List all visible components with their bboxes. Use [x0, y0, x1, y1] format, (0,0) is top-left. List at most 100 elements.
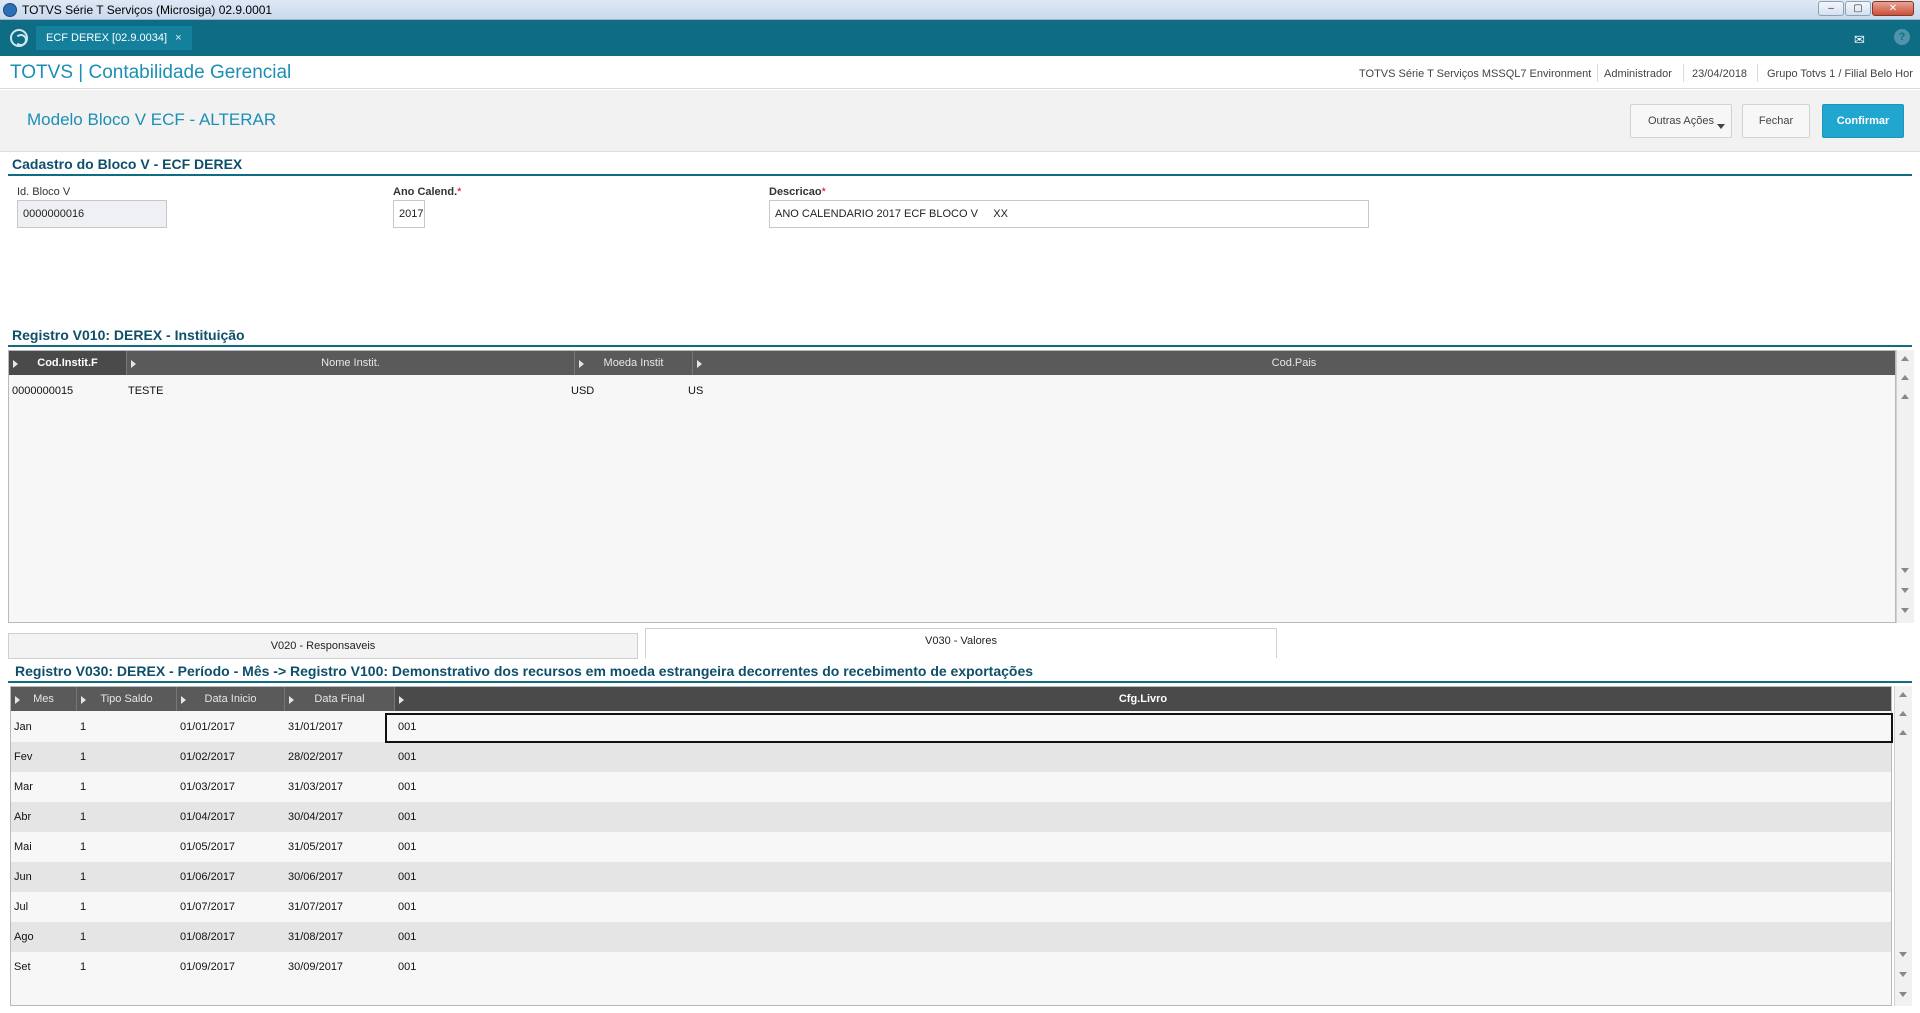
column-header-nome-instit[interactable]: Nome Instit.	[127, 351, 575, 375]
table-row[interactable]: Mar 1 01/03/2017 31/03/2017 001	[11, 772, 1891, 802]
scroll-page-down-icon[interactable]	[1899, 972, 1907, 977]
cell-data-inicio: 01/03/2017	[180, 781, 236, 793]
minimize-button[interactable]: –	[1818, 1, 1844, 16]
column-header-cod-pais[interactable]: Cod.Pais	[693, 351, 1895, 375]
cell-data-final: 30/06/2017	[288, 871, 344, 883]
column-header-tipo-saldo[interactable]: Tipo Saldo	[77, 687, 177, 711]
cell-cfg-livro: 001	[398, 871, 417, 883]
scroll-bottom-icon[interactable]	[1901, 608, 1909, 613]
column-header-mes[interactable]: Mes	[11, 687, 77, 711]
mail-icon[interactable]: ✉	[1854, 32, 1865, 48]
tab-v030-valores[interactable]: V030 - Valores	[645, 628, 1277, 658]
table-row[interactable]: 0000000015 TESTE USD US	[9, 376, 1895, 406]
divider	[1597, 64, 1598, 82]
cell-tipo-saldo: 1	[80, 751, 87, 763]
home-icon[interactable]	[10, 29, 28, 47]
cell-mes: Jun	[14, 871, 32, 883]
other-actions-button[interactable]: Outras Ações	[1630, 104, 1732, 138]
page-title-bar: Modelo Bloco V ECF - ALTERAR Outras Açõe…	[0, 90, 1920, 152]
sort-arrow-icon	[81, 696, 86, 704]
column-header-data-final[interactable]: Data Final	[285, 687, 395, 711]
cell-mes: Jan	[14, 721, 32, 733]
close-tab-icon[interactable]: ×	[175, 32, 181, 44]
table-row[interactable]: Jun 1 01/06/2017 30/06/2017 001	[11, 862, 1891, 892]
scroll-up-icon[interactable]	[1901, 394, 1909, 399]
cell-cfg-livro: 001	[398, 781, 417, 793]
cell-tipo-saldo: 1	[80, 961, 87, 973]
scroll-up-icon[interactable]	[1899, 730, 1907, 735]
cell-tipo-saldo: 1	[80, 781, 87, 793]
app-brand: TOTVS | Contabilidade Gerencial	[10, 62, 292, 83]
descricao-field[interactable]: ANO CALENDARIO 2017 ECF BLOCO V XX	[769, 200, 1369, 228]
maximize-button[interactable]: ▢	[1845, 1, 1871, 16]
sort-arrow-icon	[131, 360, 136, 368]
cell-mes: Fev	[14, 751, 33, 763]
cell-cfg-livro: 001	[398, 901, 417, 913]
confirm-button[interactable]: Confirmar	[1822, 104, 1904, 138]
table-row[interactable]: Abr 1 01/04/2017 30/04/2017 001	[11, 802, 1891, 832]
date-label: 23/04/2018	[1692, 68, 1748, 80]
cell-cfg-livro: 001	[398, 961, 417, 973]
window-title: TOTVS Série T Serviços (Microsiga) 02.9.…	[22, 3, 273, 17]
v010-grid-header: Cod.Instit.F Nome Instit. Moeda Instit C…	[9, 351, 1895, 375]
v010-grid[interactable]: Cod.Instit.F Nome Instit. Moeda Instit C…	[8, 350, 1896, 623]
sort-arrow-icon	[15, 696, 20, 704]
scroll-down-icon[interactable]	[1899, 952, 1907, 957]
column-header-cfg-livro[interactable]: Cfg.Livro	[395, 687, 1891, 711]
scroll-top-icon[interactable]	[1899, 692, 1907, 697]
branch-label: Grupo Totvs 1 / Filial Belo Hor	[1767, 68, 1913, 80]
cell-data-inicio: 01/07/2017	[180, 901, 236, 913]
v030-scrollbar[interactable]	[1894, 686, 1912, 1006]
close-window-button[interactable]: ✕	[1872, 1, 1914, 16]
cell-mes: Mar	[14, 781, 33, 793]
scroll-bottom-icon[interactable]	[1899, 992, 1907, 997]
selected-cell-cfg-livro[interactable]	[385, 713, 1893, 743]
scroll-page-up-icon[interactable]	[1899, 711, 1907, 716]
v030-grid[interactable]: Mes Tipo Saldo Data Inicio Data Final Cf…	[10, 686, 1893, 1006]
scroll-down-icon[interactable]	[1901, 568, 1909, 573]
app-header: TOTVS | Contabilidade Gerencial TOTVS Sé…	[0, 56, 1920, 89]
help-icon[interactable]: ?	[1894, 29, 1910, 45]
table-row[interactable]: Jul 1 01/07/2017 31/07/2017 001	[11, 892, 1891, 922]
divider	[1683, 64, 1684, 82]
environment-label: TOTVS Série T Serviços MSSQL7 Environmen…	[1359, 68, 1592, 80]
cell-cfg-livro: 001	[398, 811, 417, 823]
cell-mes: Mai	[14, 841, 32, 853]
app-logo-icon	[3, 3, 17, 17]
table-row[interactable]: Fev 1 01/02/2017 28/02/2017 001	[11, 742, 1891, 772]
sort-arrow-icon	[181, 696, 186, 704]
column-header-data-inicio[interactable]: Data Inicio	[177, 687, 285, 711]
ano-calend-label: Ano Calend.*	[393, 186, 462, 198]
cell-tipo-saldo: 1	[80, 721, 87, 733]
cell-cfg-livro: 001	[398, 841, 417, 853]
table-row[interactable]: Set 1 01/09/2017 30/09/2017 001	[11, 952, 1891, 982]
cell-nome-instit: TESTE	[128, 385, 164, 397]
table-row[interactable]: Ago 1 01/08/2017 31/08/2017 001	[11, 922, 1891, 952]
cell-data-final: 31/03/2017	[288, 781, 344, 793]
sort-arrow-icon	[579, 360, 584, 368]
table-row[interactable]: Mai 1 01/05/2017 31/05/2017 001	[11, 832, 1891, 862]
v010-scrollbar[interactable]	[1896, 350, 1914, 623]
cell-mes: Abr	[14, 811, 32, 823]
column-header-cod-instit[interactable]: Cod.Instit.F	[9, 351, 127, 375]
scroll-page-down-icon[interactable]	[1901, 588, 1909, 593]
divider	[1757, 64, 1758, 82]
page-title: Modelo Bloco V ECF - ALTERAR	[27, 110, 277, 129]
column-header-moeda-instit[interactable]: Moeda Instit	[575, 351, 693, 375]
cell-cod-instit: 0000000015	[12, 385, 74, 397]
scroll-top-icon[interactable]	[1901, 356, 1909, 361]
cell-data-inicio: 01/02/2017	[180, 751, 236, 763]
close-button[interactable]: Fechar	[1742, 104, 1810, 138]
section-divider	[8, 345, 1912, 347]
cell-tipo-saldo: 1	[80, 931, 87, 943]
scroll-page-up-icon[interactable]	[1901, 375, 1909, 380]
cell-tipo-saldo: 1	[80, 841, 87, 853]
tab-v020-responsaveis[interactable]: V020 - Responsaveis	[8, 633, 638, 659]
tab-ecf-derex[interactable]: ECF DEREX [02.9.0034] ×	[36, 26, 192, 50]
v030-grid-header: Mes Tipo Saldo Data Inicio Data Final Cf…	[11, 687, 1891, 711]
id-bloco-field: 0000000016	[17, 200, 167, 228]
user-label: Administrador	[1604, 68, 1672, 80]
v030-section-title: Registro V030: DEREX - Período - Mês -> …	[15, 663, 1034, 679]
cell-data-inicio: 01/09/2017	[180, 961, 236, 973]
ano-calend-field[interactable]: 2017	[393, 200, 425, 228]
